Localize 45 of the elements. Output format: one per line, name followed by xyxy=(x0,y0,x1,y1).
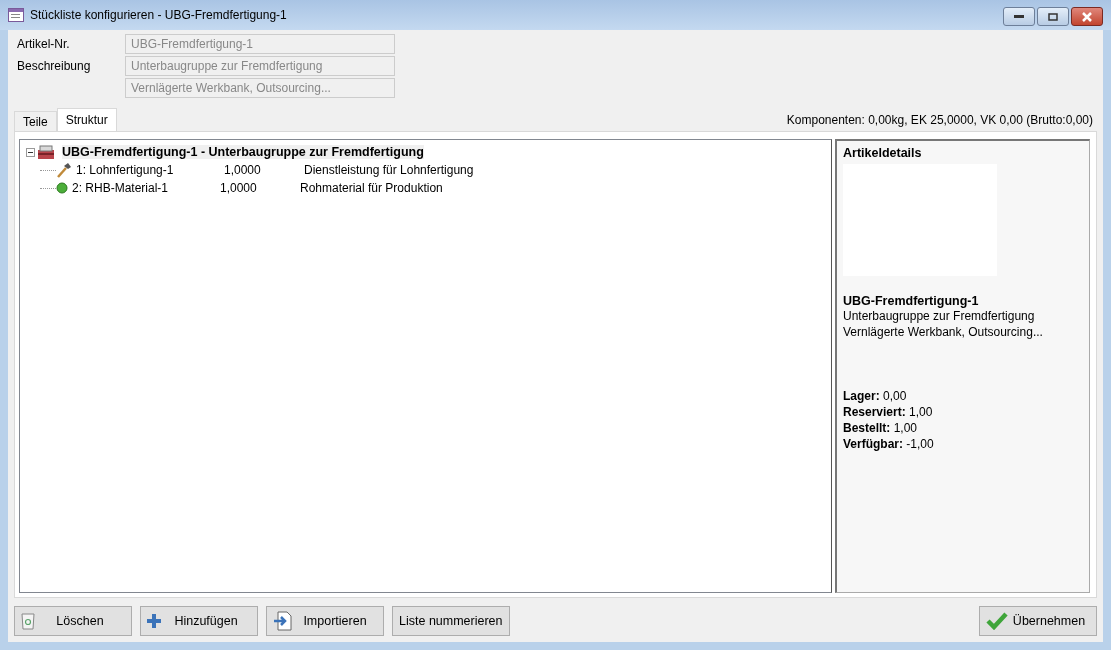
action-button[interactable]: Löschen xyxy=(14,606,132,636)
stock-value: 1,00 xyxy=(893,421,918,435)
description-text: Vernlägerte Werkbank, Outsourcing... xyxy=(843,324,1044,340)
trash-icon xyxy=(21,612,35,630)
check-icon xyxy=(986,612,1008,630)
close-button[interactable] xyxy=(1071,7,1103,26)
action-button[interactable]: Liste nummerieren xyxy=(392,606,510,636)
stock-label: Bestellt: xyxy=(843,421,891,435)
window-title: Stückliste konfigurieren - UBG-Fremdfertigung-1 xyxy=(30,8,288,22)
maximize-button[interactable] xyxy=(1037,7,1069,26)
close-icon xyxy=(1081,11,1093,22)
circle-icon xyxy=(56,182,68,194)
field-label: Beschreibung xyxy=(17,59,91,73)
tree-item[interactable]: 1: Lohnfertigung-1 xyxy=(76,163,224,177)
confirm-button[interactable]: Übernehmen xyxy=(979,606,1097,636)
description-text: Unterbaugruppe zur Fremdfertigung xyxy=(843,308,1036,324)
action-button[interactable]: Importieren xyxy=(266,606,384,636)
quantity-text: 1,0000 xyxy=(220,181,258,195)
tab[interactable]: Struktur xyxy=(56,108,117,131)
stock-value: 0,00 xyxy=(883,389,907,403)
stock-label: Lager: xyxy=(843,389,880,403)
stock-label: Verfügbar: xyxy=(843,437,903,451)
maximize-icon xyxy=(1048,12,1058,21)
summary-text: Komponenten: 0,00kg, EK 25,0000, VK 0,00 (Brutto:0,00) xyxy=(786,113,1094,127)
description-text: Rohmaterial für Produktion xyxy=(300,181,443,195)
details-title: Artikeldetails xyxy=(843,146,923,160)
toolbox-icon xyxy=(37,144,55,160)
quantity-text: 1,0000 xyxy=(224,163,262,177)
description-text: Dienstleistung für Lohnfertigung xyxy=(304,163,474,177)
action-button[interactable]: Hinzufügen xyxy=(140,606,258,636)
list-icon xyxy=(8,8,24,22)
hammer-icon xyxy=(56,162,72,178)
collapse-icon[interactable] xyxy=(26,147,35,157)
minimize-icon xyxy=(1014,14,1024,19)
field-label: Artikel-Nr. xyxy=(17,37,70,51)
tree-item[interactable]: UBG-Fremdfertigung-1 - Unterbaugruppe zur Fremdfertigung xyxy=(62,145,424,159)
plus-icon xyxy=(147,614,161,628)
tree-item[interactable]: 2: RHB-Material-1 xyxy=(72,181,220,195)
import-icon xyxy=(273,611,293,631)
article-name: UBG-Fremdfertigung-1 xyxy=(843,294,980,308)
stock-value: -1,00 xyxy=(906,437,934,451)
tab[interactable]: Teile xyxy=(14,111,57,131)
stock-value: 1,00 xyxy=(909,405,933,419)
minimize-button[interactable] xyxy=(1003,7,1035,26)
stock-label: Reserviert: xyxy=(843,405,906,419)
